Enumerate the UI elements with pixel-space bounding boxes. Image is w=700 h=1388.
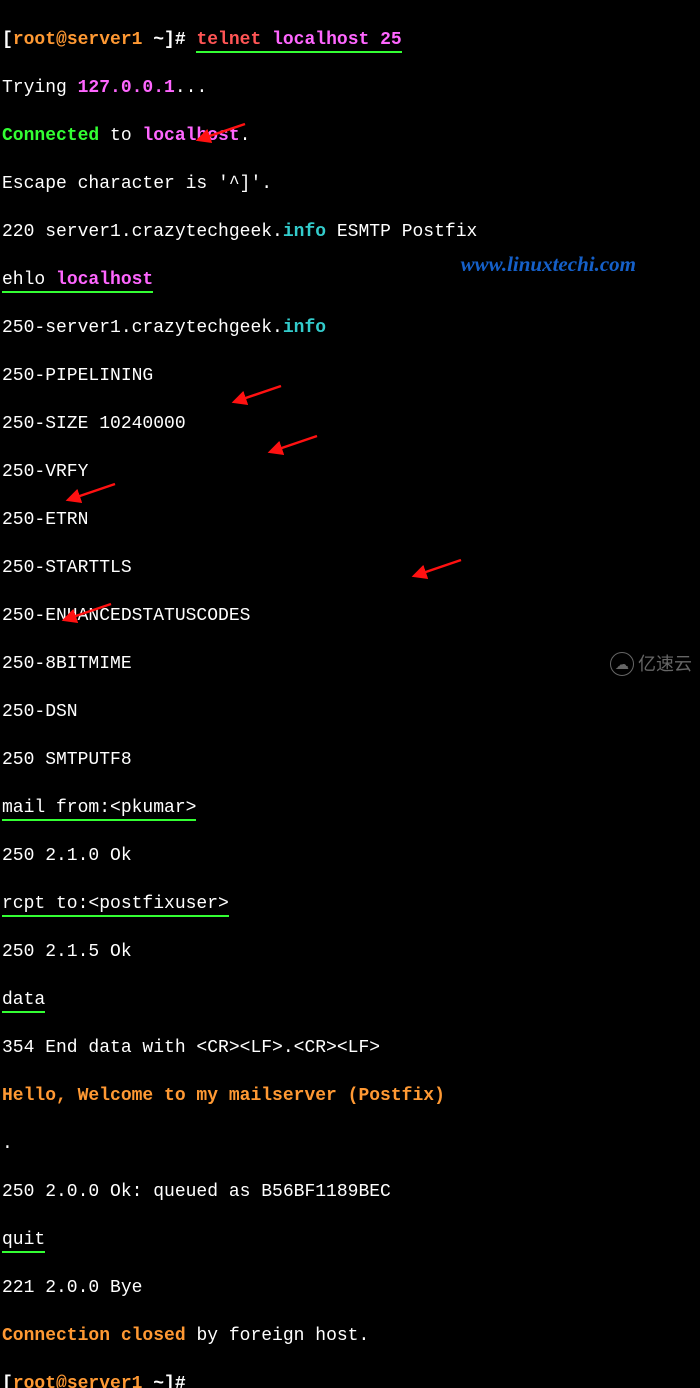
response-line: 250 2.1.0 Ok [2, 844, 698, 868]
bracket-open: [ [2, 30, 13, 50]
response-line: 354 End data with <CR><LF>.<CR><LF> [2, 1036, 698, 1060]
quit-command: quit [2, 1230, 45, 1253]
quit-line[interactable]: quit [2, 1228, 698, 1252]
closed-line: Connection closed by foreign host. [2, 1324, 698, 1348]
response-line: 250-PIPELINING [2, 364, 698, 388]
response-line: 250-DSN [2, 700, 698, 724]
ip-address: 127.0.0.1 [78, 78, 175, 98]
response-line: 250-ENHANCEDSTATUSCODES [2, 604, 698, 628]
banner-line: 220 server1.crazytechgeek.info ESMTP Pos… [2, 220, 698, 244]
bracket-open: [ [2, 1374, 13, 1388]
response-line: 250-STARTTLS [2, 556, 698, 580]
tld: info [283, 222, 326, 242]
text: by foreign host. [186, 1326, 370, 1346]
logo-text: 亿速云 [638, 652, 692, 676]
bye-line: 221 2.0.0 Bye [2, 1276, 698, 1300]
data-command: data [2, 990, 45, 1013]
connected-line: Connected to localhost. [2, 124, 698, 148]
host-word: localhost [272, 30, 369, 50]
response-line: 250-ETRN [2, 508, 698, 532]
response-line: 250-server1.crazytechgeek.info [2, 316, 698, 340]
text: Trying [2, 78, 78, 98]
user-host: root@server1 [13, 30, 143, 50]
ehlo-command: ehlo localhost [2, 270, 153, 293]
response-line: 250-8BITMIME [2, 652, 698, 676]
user-host: root@server1 [13, 1374, 143, 1388]
host-word: localhost [142, 126, 239, 146]
space [369, 30, 380, 50]
cloud-icon: ☁ [610, 652, 634, 676]
rcpt-to-command: rcpt to:<postfixuser> [2, 894, 229, 917]
ehlo-word: ehlo [2, 270, 56, 290]
tld: info [283, 318, 326, 338]
rcptto-line[interactable]: rcpt to:<postfixuser> [2, 892, 698, 916]
text: to [99, 126, 142, 146]
response-line: 250-SIZE 10240000 [2, 412, 698, 436]
watermark-link: www.linuxtechi.com [461, 252, 636, 276]
message-end: . [2, 1132, 698, 1156]
text: . [240, 126, 251, 146]
text: 250-server1.crazytechgeek. [2, 318, 283, 338]
text: ESMTP Postfix [326, 222, 477, 242]
trying-line: Trying 127.0.0.1... [2, 76, 698, 100]
bracket-close: ]# [164, 1374, 196, 1388]
queued-line: 250 2.0.0 Ok: queued as B56BF1189BEC [2, 1180, 698, 1204]
text: 220 server1.crazytechgeek. [2, 222, 283, 242]
prompt-line-2[interactable]: [root@server1 ~]# [2, 1372, 698, 1388]
connected-word: Connected [2, 126, 99, 146]
port-word: 25 [380, 30, 402, 50]
command-telnet: telnet localhost 25 [196, 30, 401, 53]
escape-line: Escape character is '^]'. [2, 172, 698, 196]
host-word: localhost [56, 270, 153, 290]
pwd: ~ [142, 1374, 164, 1388]
space [261, 30, 272, 50]
watermark-logo: ☁ 亿速云 [610, 652, 692, 676]
bracket-close: ]# [164, 30, 196, 50]
pwd: ~ [142, 30, 164, 50]
response-line: 250 SMTPUTF8 [2, 748, 698, 772]
text: ... [175, 78, 207, 98]
data-line[interactable]: data [2, 988, 698, 1012]
message-body: Hello, Welcome to my mailserver (Postfix… [2, 1084, 698, 1108]
mailfrom-line[interactable]: mail from:<pkumar> [2, 796, 698, 820]
mail-from-command: mail from:<pkumar> [2, 798, 196, 821]
terminal-output: [root@server1 ~]# telnet localhost 25 Tr… [0, 0, 700, 1388]
prompt-line-1[interactable]: [root@server1 ~]# telnet localhost 25 [2, 28, 698, 52]
telnet-word: telnet [196, 30, 261, 50]
response-line: 250 2.1.5 Ok [2, 940, 698, 964]
closed-word: Connection closed [2, 1326, 186, 1346]
response-line: 250-VRFY [2, 460, 698, 484]
